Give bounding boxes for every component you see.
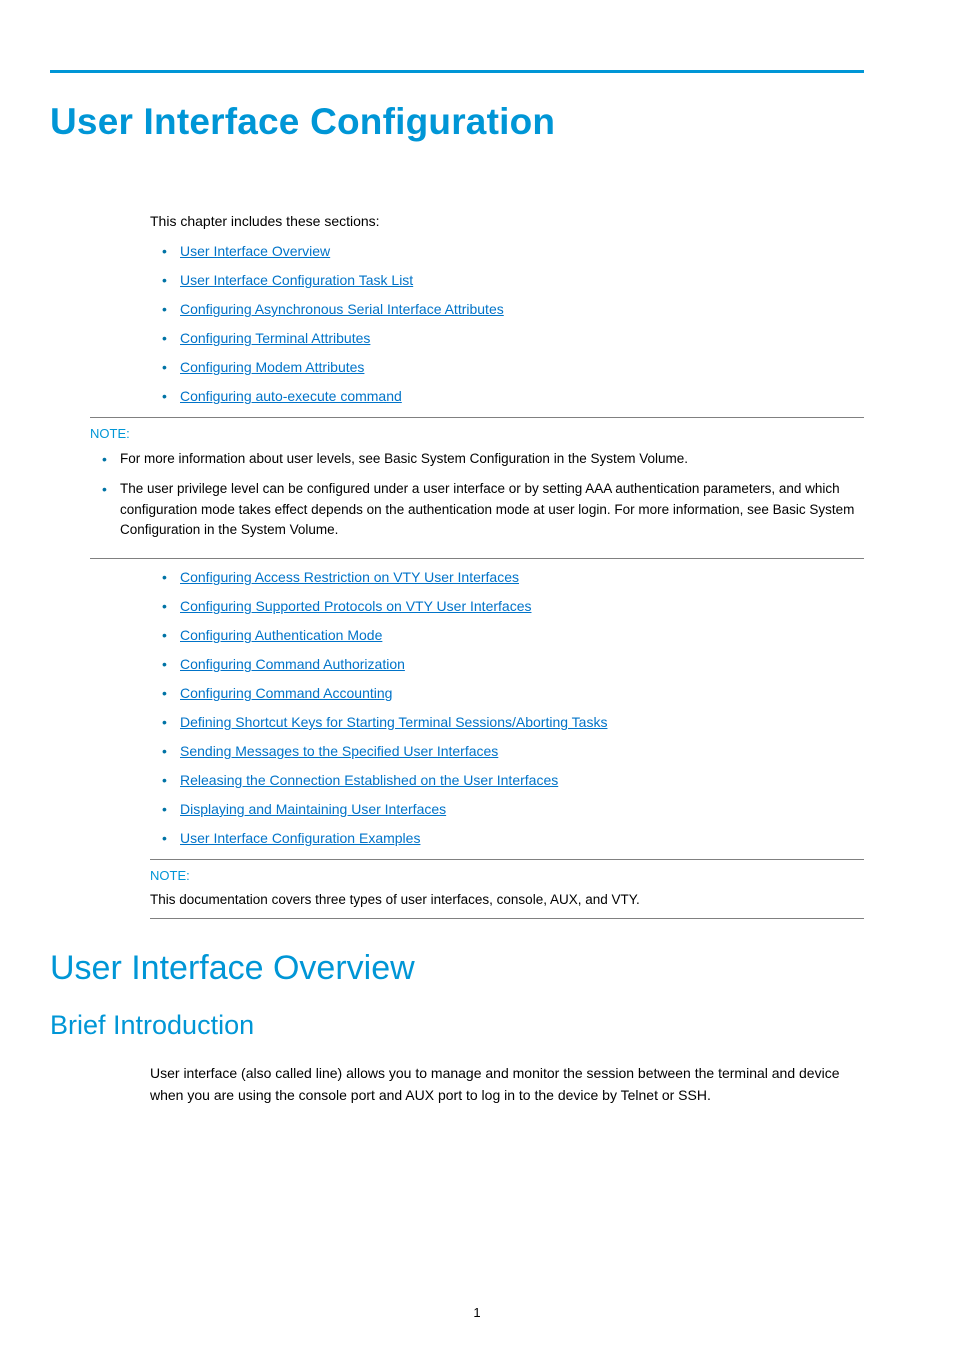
list-item: Configuring Terminal Attributes bbox=[150, 330, 864, 346]
mid-link-list: Configuring Access Restriction on VTY Us… bbox=[150, 569, 864, 846]
link-releasing-connection[interactable]: Releasing the Connection Established on … bbox=[180, 772, 558, 788]
list-item: Configuring Asynchronous Serial Interfac… bbox=[150, 301, 864, 317]
list-item: Configuring Command Accounting bbox=[150, 685, 864, 701]
link-auth-mode[interactable]: Configuring Authentication Mode bbox=[180, 627, 382, 643]
link-async-serial-attrs[interactable]: Configuring Asynchronous Serial Interfac… bbox=[180, 301, 504, 317]
body-text: User interface (also called line) allows… bbox=[150, 1063, 864, 1106]
link-command-authorization[interactable]: Configuring Command Authorization bbox=[180, 656, 405, 672]
link-shortcut-keys[interactable]: Defining Shortcut Keys for Starting Term… bbox=[180, 714, 607, 730]
link-config-examples[interactable]: User Interface Configuration Examples bbox=[180, 830, 420, 846]
top-link-list: User Interface Overview User Interface C… bbox=[150, 243, 864, 404]
section-title: User Interface Overview bbox=[50, 949, 864, 988]
list-item: Configuring Access Restriction on VTY Us… bbox=[150, 569, 864, 585]
note-text: This documentation covers three types of… bbox=[150, 891, 864, 910]
link-auto-execute[interactable]: Configuring auto-execute command bbox=[180, 388, 402, 404]
link-ui-config-task-list[interactable]: User Interface Configuration Task List bbox=[180, 272, 413, 288]
link-terminal-attrs[interactable]: Configuring Terminal Attributes bbox=[180, 330, 370, 346]
note-label: NOTE: bbox=[150, 868, 864, 883]
note-block-2: NOTE: This documentation covers three ty… bbox=[150, 859, 864, 919]
list-item: Configuring auto-execute command bbox=[150, 388, 864, 404]
page-number: 1 bbox=[0, 1305, 954, 1320]
list-item: Sending Messages to the Specified User I… bbox=[150, 743, 864, 759]
link-sending-messages[interactable]: Sending Messages to the Specified User I… bbox=[180, 743, 498, 759]
link-supported-protocols-vty[interactable]: Configuring Supported Protocols on VTY U… bbox=[180, 598, 531, 614]
list-item: User Interface Configuration Examples bbox=[150, 830, 864, 846]
intro-text: This chapter includes these sections: bbox=[150, 213, 864, 229]
list-item: Releasing the Connection Established on … bbox=[150, 772, 864, 788]
note-block-1: NOTE: For more information about user le… bbox=[90, 417, 864, 559]
list-item: Configuring Authentication Mode bbox=[150, 627, 864, 643]
list-item: Configuring Command Authorization bbox=[150, 656, 864, 672]
link-command-accounting[interactable]: Configuring Command Accounting bbox=[180, 685, 392, 701]
link-displaying-maintaining[interactable]: Displaying and Maintaining User Interfac… bbox=[180, 801, 446, 817]
page-title: User Interface Configuration bbox=[50, 101, 864, 143]
list-item: Configuring Modem Attributes bbox=[150, 359, 864, 375]
link-access-restriction-vty[interactable]: Configuring Access Restriction on VTY Us… bbox=[180, 569, 519, 585]
list-item: User Interface Overview bbox=[150, 243, 864, 259]
link-user-interface-overview[interactable]: User Interface Overview bbox=[180, 243, 330, 259]
title-rule bbox=[50, 70, 864, 73]
note-label: NOTE: bbox=[90, 426, 864, 441]
list-item: Defining Shortcut Keys for Starting Term… bbox=[150, 714, 864, 730]
link-modem-attrs[interactable]: Configuring Modem Attributes bbox=[180, 359, 364, 375]
sub-title: Brief Introduction bbox=[50, 1010, 864, 1041]
list-item: Displaying and Maintaining User Interfac… bbox=[150, 801, 864, 817]
list-item: User Interface Configuration Task List bbox=[150, 272, 864, 288]
note-list: For more information about user levels, … bbox=[90, 449, 864, 540]
note-item: The user privilege level can be configur… bbox=[90, 479, 864, 540]
list-item: Configuring Supported Protocols on VTY U… bbox=[150, 598, 864, 614]
note-item: For more information about user levels, … bbox=[90, 449, 864, 469]
